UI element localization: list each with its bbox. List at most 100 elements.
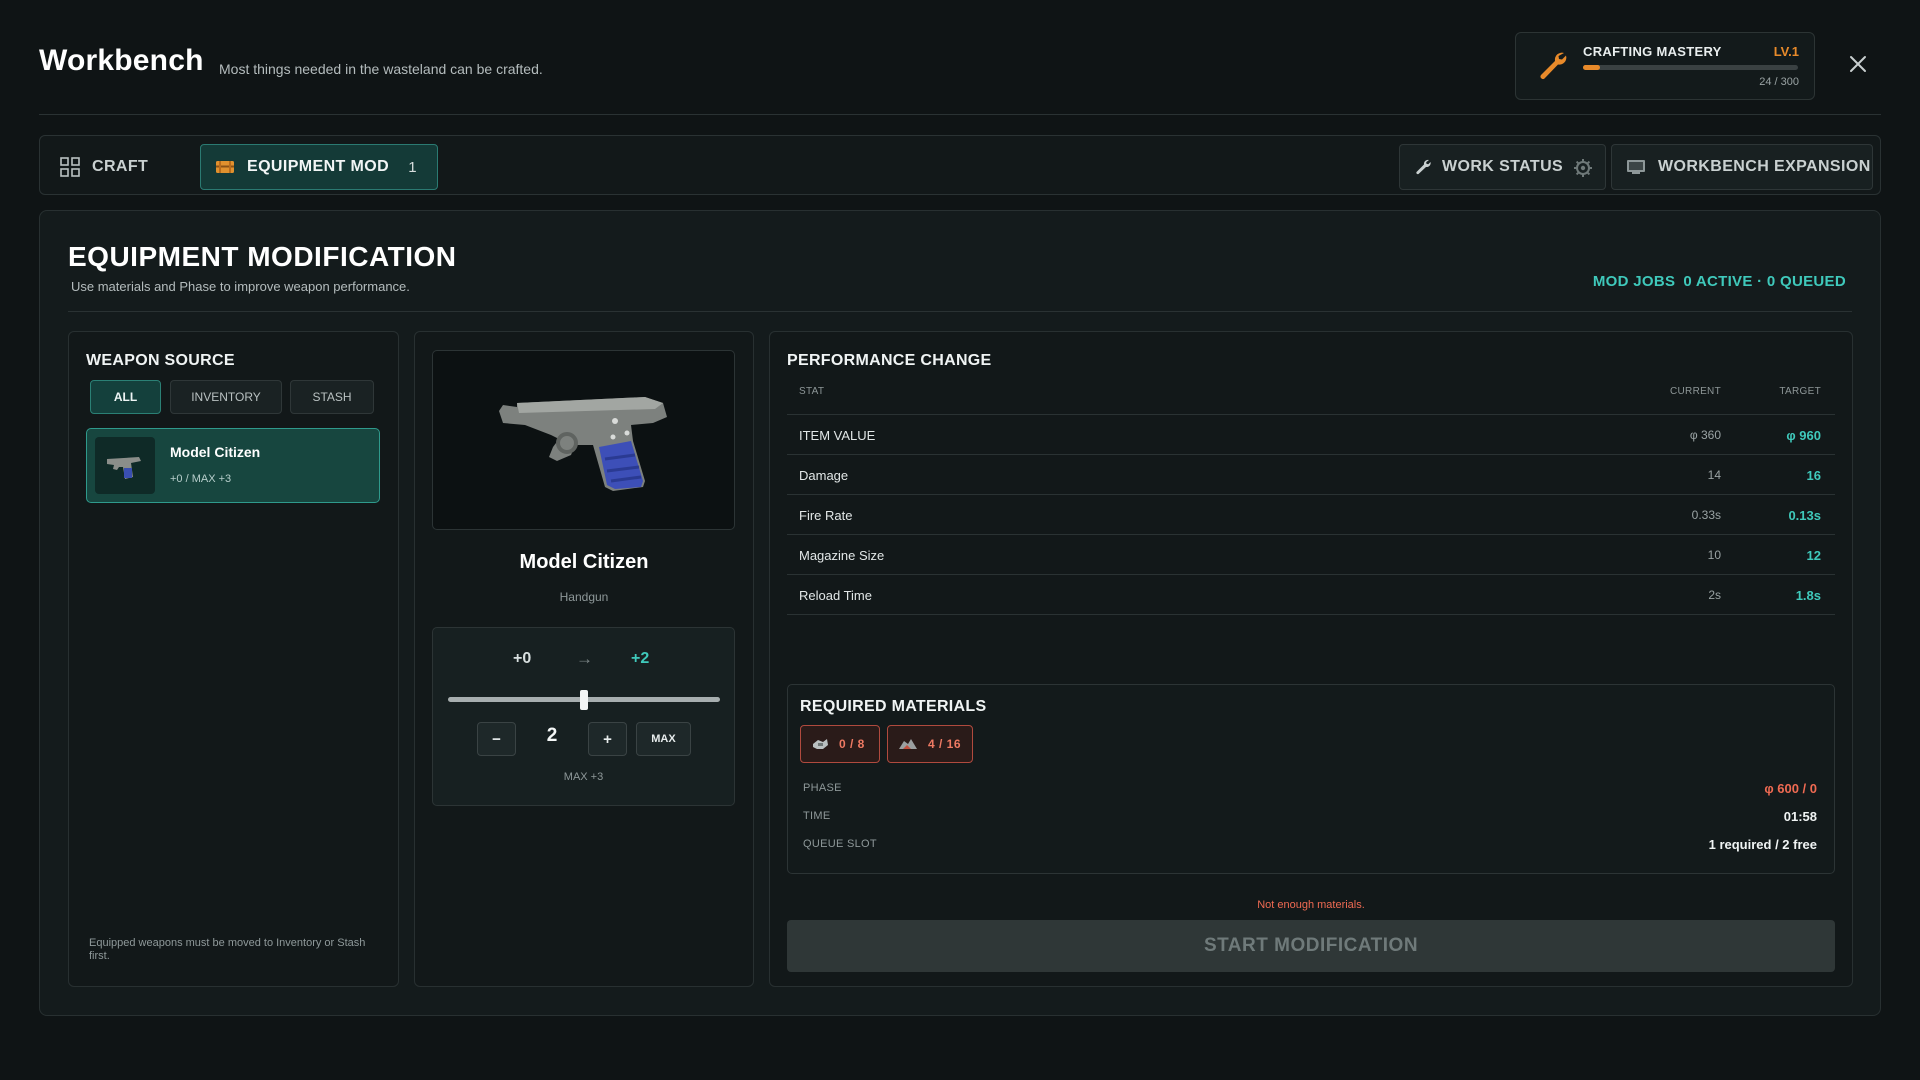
scrap-icon <box>899 739 917 749</box>
table-row: Damage 14 16 <box>787 454 1835 494</box>
stat-current: 14 <box>1707 468 1721 482</box>
handgun-icon <box>107 457 141 479</box>
wrench-icon <box>1416 159 1431 175</box>
time-label: TIME <box>803 810 831 822</box>
weapon-type: Handgun <box>559 590 609 604</box>
required-materials-panel: REQUIRED MATERIALS 0 / 8 4 / 16 PHASE φ … <box>787 684 1835 874</box>
start-modification-button[interactable]: START MODIFICATION <box>787 920 1835 972</box>
filter-all-button[interactable]: ALL <box>90 380 161 414</box>
mod-jobs-value: 0 ACTIVE · 0 QUEUED <box>1683 273 1846 290</box>
weapon-name: Model Citizen <box>519 551 649 573</box>
target-level: +2 <box>631 650 650 667</box>
weapon-list-item[interactable]: Model Citizen +0 / MAX +3 <box>86 428 380 503</box>
filter-stash-button[interactable]: STASH <box>290 380 374 414</box>
mastery-progress-fill <box>1583 65 1601 70</box>
weapon-detail-panel: Model Citizen Handgun +0 → +2 − 2 + MAX … <box>414 331 754 987</box>
stat-name: Magazine Size <box>799 548 885 563</box>
mastery-progress-text: 24 / 300 <box>1759 76 1799 88</box>
mastery-label: CRAFTING MASTERY <box>1583 44 1722 59</box>
gear-icon <box>1574 159 1592 177</box>
phase-value: φ 600 / 0 <box>1764 781 1817 796</box>
table-row: ITEM VALUE φ 360 φ 960 <box>787 414 1835 454</box>
source-note: Equipped weapons must be moved to Invent… <box>89 937 366 962</box>
page-subtitle: Most things needed in the wasteland can … <box>219 61 543 77</box>
mastery-progress-bar <box>1583 65 1798 70</box>
tab-bar: CRAFT EQUIPMENT MOD 1 WORK STATUS WORKBE… <box>39 135 1881 195</box>
stat-current: 10 <box>1707 548 1721 562</box>
level-slider-thumb[interactable] <box>580 690 588 710</box>
phase-label: PHASE <box>803 782 842 794</box>
max-button[interactable]: MAX <box>636 722 691 756</box>
weapon-source-panel: WEAPON SOURCE ALL INVENTORY STASH Model … <box>68 331 399 987</box>
weapon-thumbnail <box>95 437 155 494</box>
workbench-expansion-button[interactable]: WORKBENCH EXPANSION <box>1611 144 1873 190</box>
tab-craft-label: CRAFT <box>92 158 149 175</box>
parts-icon <box>813 739 828 749</box>
material-item[interactable]: 0 / 8 <box>800 725 880 763</box>
section-title: EQUIPMENT MODIFICATION <box>68 241 457 272</box>
filter-inventory-button[interactable]: INVENTORY <box>170 380 282 414</box>
header-divider <box>39 114 1881 115</box>
performance-change-panel: PERFORMANCE CHANGE STAT CURRENT TARGET I… <box>769 331 1853 987</box>
increase-button[interactable]: + <box>588 722 627 756</box>
stat-current: 0.33s <box>1691 508 1721 522</box>
decrease-button[interactable]: − <box>477 722 516 756</box>
current-level: +0 <box>513 650 532 667</box>
section-description: Use materials and Phase to improve weapo… <box>71 279 410 294</box>
mod-jobs-status: MOD JOBS 0 ACTIVE · 0 QUEUED <box>1593 273 1846 290</box>
page-title: Workbench <box>39 44 204 77</box>
queue-slot-label: QUEUE SLOT <box>803 838 877 850</box>
column-stat: STAT <box>799 386 825 397</box>
table-row: Reload Time 2s 1.8s <box>787 574 1835 614</box>
stat-target: 0.13s <box>1788 508 1821 523</box>
equipment-modification-panel: EQUIPMENT MODIFICATION Use materials and… <box>39 210 1881 1016</box>
column-target: TARGET <box>1779 386 1821 397</box>
stat-current: φ 360 <box>1689 428 1721 442</box>
grid-icon <box>60 157 80 177</box>
weapon-card-name: Model Citizen <box>170 444 261 460</box>
table-row: Magazine Size 10 12 <box>787 534 1835 574</box>
table-divider <box>787 614 1835 615</box>
queue-slot-value: 1 required / 2 free <box>1708 837 1817 852</box>
work-status-label: WORK STATUS <box>1442 158 1564 175</box>
monitor-icon <box>1627 160 1645 174</box>
table-row: Fire Rate 0.33s 0.13s <box>787 494 1835 534</box>
warning-message: Not enough materials. <box>1257 899 1365 911</box>
work-status-button[interactable]: WORK STATUS <box>1399 144 1606 190</box>
weapon-image <box>432 350 735 530</box>
section-divider <box>68 311 1852 312</box>
tab-equipment-mod-count: 1 <box>408 158 417 176</box>
weapon-card-level: +0 / MAX +3 <box>170 473 232 485</box>
crate-icon <box>216 161 234 173</box>
level-quantity: 2 <box>546 725 558 746</box>
stat-name: Fire Rate <box>799 508 853 523</box>
workbench-expansion-label: WORKBENCH EXPANSION <box>1658 158 1871 175</box>
tab-equipment-mod[interactable]: EQUIPMENT MOD 1 <box>200 144 438 190</box>
required-materials-title: REQUIRED MATERIALS <box>800 698 987 715</box>
mastery-level: LV.1 <box>1773 44 1799 59</box>
upgrade-level-selector: +0 → +2 − 2 + MAX MAX +3 <box>432 627 735 806</box>
stat-target: 12 <box>1806 548 1821 563</box>
time-value: 01:58 <box>1783 809 1817 824</box>
wrench-icon <box>1540 52 1567 79</box>
stat-name: Reload Time <box>799 588 872 603</box>
stat-target: 1.8s <box>1795 588 1821 603</box>
column-current: CURRENT <box>1670 386 1721 397</box>
material-quantity: 0 / 8 <box>839 737 865 751</box>
stat-target: 16 <box>1806 468 1821 483</box>
performance-title: PERFORMANCE CHANGE <box>787 352 992 369</box>
material-item[interactable]: 4 / 16 <box>887 725 973 763</box>
tab-equipment-mod-label: EQUIPMENT MOD <box>247 158 390 175</box>
weapon-source-title: WEAPON SOURCE <box>86 352 235 369</box>
stat-current: 2s <box>1708 588 1721 602</box>
max-level-text: MAX +3 <box>563 771 604 783</box>
stat-name: ITEM VALUE <box>799 428 876 443</box>
material-quantity: 4 / 16 <box>928 737 962 751</box>
handgun-icon <box>499 397 667 491</box>
stat-target: φ 960 <box>1786 428 1821 443</box>
mod-jobs-label: MOD JOBS <box>1592 273 1676 290</box>
stat-name: Damage <box>799 468 849 483</box>
close-icon[interactable] <box>1846 52 1870 76</box>
arrow-right-icon: → <box>576 649 593 668</box>
tab-craft[interactable]: CRAFT <box>52 144 202 190</box>
